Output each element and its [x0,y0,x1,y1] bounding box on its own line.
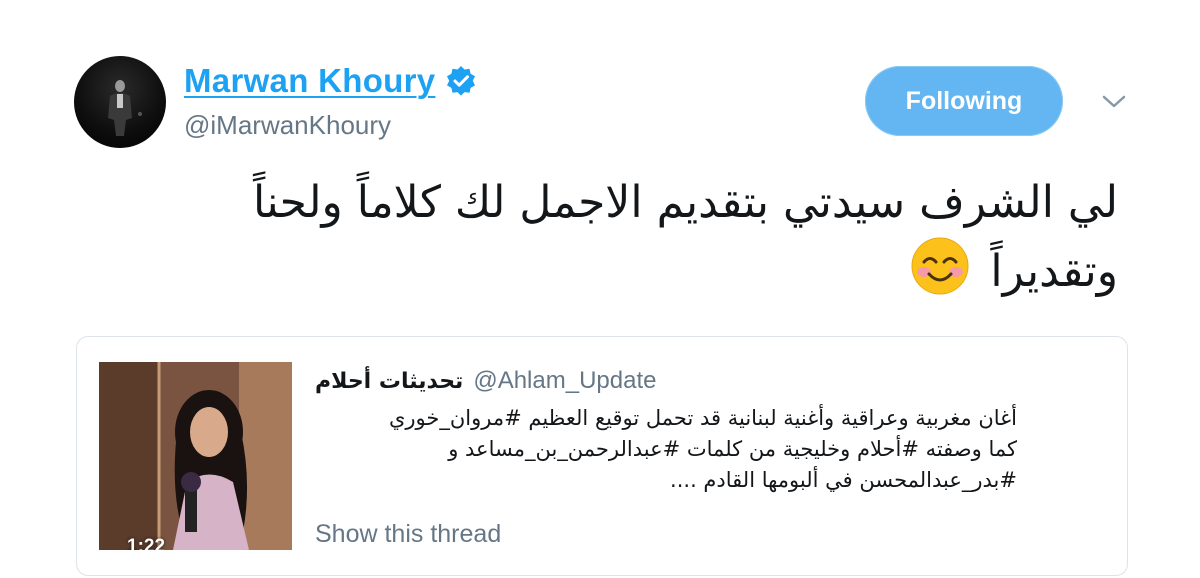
author-name-row: Marwan Khoury [184,62,477,100]
quoted-display-name[interactable]: تحديثات أحلام [315,369,463,394]
following-button[interactable]: Following [865,66,1063,136]
tweet-text: لي الشرف سيدتي بتقديم الاجمل لك كلاماً و… [118,170,1118,305]
tweet-text-line-2: وتقديراً [118,236,1118,305]
quoted-text-line-2: كما وصفته #أحلام وخليجية من كلمات #عبدال… [448,437,1017,461]
quoted-tweet-text: أغان مغربية وعراقية وأغنية لبنانية قد تح… [315,403,1017,496]
quoted-text-line-1: أغان مغربية وعراقية وأغنية لبنانية قد تح… [388,406,1017,430]
quoted-tweet-card[interactable]: 1:22 تحديثات أحلام @Ahlam_Update أغان مغ… [76,336,1128,576]
quoted-tweet-header: تحديثات أحلام @Ahlam_Update [315,367,656,395]
verified-badge-icon [445,65,477,97]
quoted-text-line-3: #بدر_عبدالمحسن في ألبومها القادم .... [670,468,1017,492]
author-avatar[interactable] [74,56,166,148]
tweet-text-line-2-text: وتقديراً [990,246,1118,297]
author-handle[interactable]: @iMarwanKhoury [184,110,391,141]
tweet-text-line-1: لي الشرف سيدتي بتقديم الاجمل لك كلاماً و… [252,177,1118,228]
author-display-name[interactable]: Marwan Khoury [184,62,435,100]
video-thumbnail[interactable]: 1:22 [99,362,292,550]
show-thread-link[interactable]: Show this thread [315,520,501,549]
chevron-down-icon[interactable] [1100,92,1128,112]
video-duration: 1:22 [127,536,166,550]
quoted-handle[interactable]: @Ahlam_Update [473,367,656,395]
smiling-face-icon [910,236,970,296]
